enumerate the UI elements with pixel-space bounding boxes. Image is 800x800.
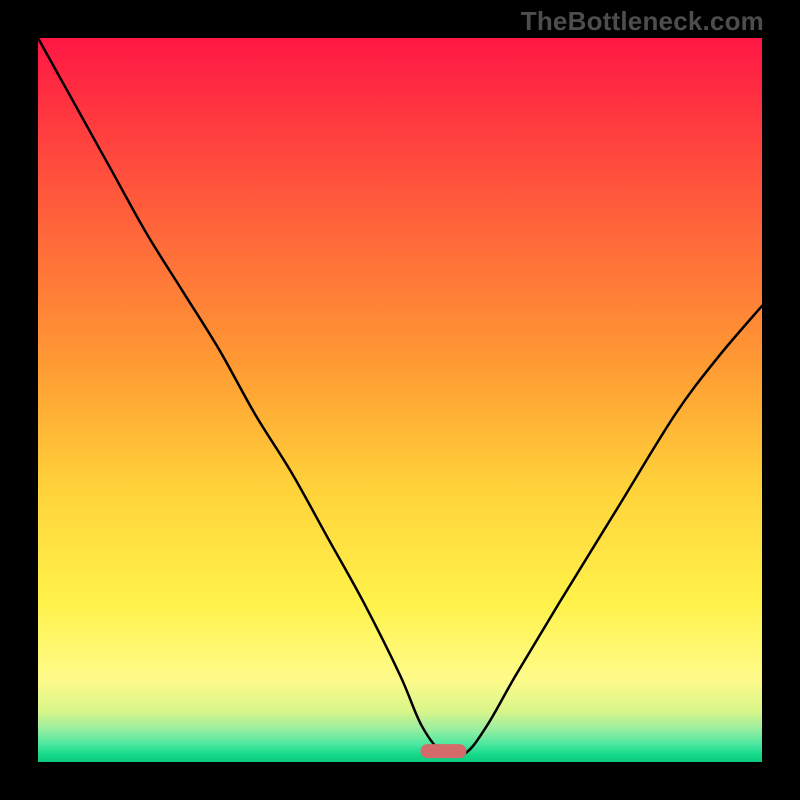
chart-frame: TheBottleneck.com <box>0 0 800 800</box>
gradient-background <box>38 38 762 762</box>
bottleneck-chart <box>38 38 762 762</box>
plot-area <box>38 38 762 762</box>
watermark-text: TheBottleneck.com <box>521 6 764 37</box>
optimal-marker <box>420 744 466 758</box>
